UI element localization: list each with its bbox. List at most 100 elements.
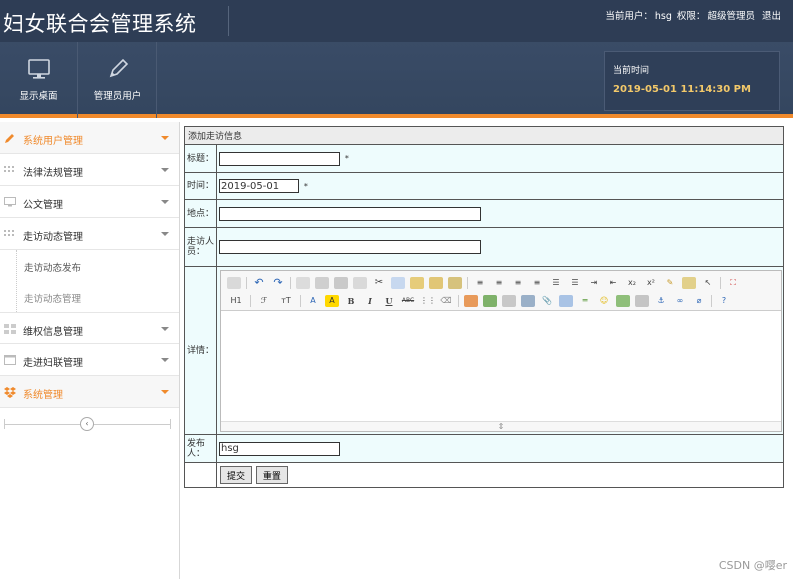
calendar-icon [4, 355, 16, 365]
bold-icon[interactable]: B [344, 295, 358, 307]
divider [711, 294, 712, 307]
fullscreen-icon[interactable]: ⛶ [726, 277, 740, 289]
source-icon[interactable] [227, 276, 241, 289]
image-icon[interactable] [464, 294, 478, 307]
remove-format-icon[interactable]: ⌫ [439, 295, 453, 307]
preview-icon[interactable] [296, 276, 310, 289]
outdent-icon[interactable]: ⇤ [606, 277, 620, 289]
rich-text-editor: ↶ ↷ ✂ ≡ ≡ ≡ ≡ ☰ ☰ ⇥ ⇤ x₂ x² ✎ ↖ ⛶ H1 ℱ т… [220, 269, 782, 432]
nav-admin-user[interactable]: 管理员用户 [79, 42, 157, 118]
help-icon[interactable]: ? [717, 295, 731, 307]
heading-icon[interactable]: H1 [227, 295, 245, 307]
font-size-icon[interactable]: тT [277, 295, 295, 307]
sidebar-item-label: 系统管理 [23, 390, 63, 401]
unordered-list-icon[interactable]: ☰ [568, 277, 582, 289]
current-time-value: 2019-05-01 11:14:30 PM [613, 84, 751, 95]
sidebar-item-visits[interactable]: 走访动态管理 [0, 218, 179, 250]
superscript-icon[interactable]: x² [644, 277, 658, 289]
submenu-item-publish-visit[interactable]: 走访动态发布 [17, 250, 179, 281]
paste-text-icon[interactable] [429, 276, 443, 289]
link-icon[interactable]: ∞ [673, 295, 687, 307]
unlink-icon[interactable]: ⌀ [692, 295, 706, 307]
underline-icon[interactable]: U [382, 295, 396, 307]
multi-image-icon[interactable] [483, 294, 497, 307]
grid-icon [4, 324, 16, 334]
attachment-icon[interactable]: 📎 [540, 295, 554, 307]
submit-button[interactable]: 提交 [220, 466, 253, 484]
highlight-icon[interactable]: A [325, 294, 339, 307]
copy-icon[interactable] [391, 276, 405, 289]
detail-label: 详情： [184, 266, 217, 435]
required-mark: * [344, 154, 349, 163]
print-icon[interactable] [315, 276, 329, 289]
sidebar-item-documents[interactable]: 公文管理 [0, 186, 179, 218]
indent-icon[interactable]: ⇥ [587, 277, 601, 289]
quick-format-icon[interactable] [682, 276, 696, 289]
clear-format-icon[interactable]: ✎ [663, 277, 677, 289]
sidebar-item-label: 系统用户管理 [23, 136, 83, 147]
table-icon[interactable] [559, 294, 573, 307]
editor-resize-handle[interactable]: ⇕ [221, 420, 781, 431]
user-prefix: 当前用户： [605, 11, 653, 22]
divider [467, 276, 468, 289]
paste-icon[interactable] [410, 276, 424, 289]
title-label: 标题： [184, 144, 217, 173]
flash-icon[interactable] [502, 294, 516, 307]
sidebar-item-system-manage[interactable]: 系统管理 [0, 376, 179, 408]
time-input[interactable] [219, 179, 299, 193]
sidebar-item-rights[interactable]: 维权信息管理 [0, 312, 179, 344]
hr-icon[interactable]: ═ [578, 295, 592, 307]
align-center-icon[interactable]: ≡ [492, 277, 506, 289]
reset-button[interactable]: 重置 [255, 466, 288, 484]
paste-word-icon[interactable] [448, 276, 462, 289]
title-input[interactable] [219, 151, 340, 166]
font-family-icon[interactable]: ℱ [256, 295, 272, 307]
justify-icon[interactable]: ≡ [530, 277, 544, 289]
emoticon-icon[interactable]: ☺ [597, 295, 611, 307]
code-icon[interactable] [353, 276, 367, 289]
publisher-input[interactable] [219, 441, 340, 456]
map-icon[interactable] [616, 294, 630, 307]
place-input[interactable] [219, 206, 481, 221]
sidebar-item-laws[interactable]: 法律法规管理 [0, 154, 179, 186]
subscript-icon[interactable]: x₂ [625, 277, 639, 289]
sidebar-item-label: 维权信息管理 [23, 327, 83, 338]
cut-icon[interactable]: ✂ [372, 277, 386, 289]
chevron-down-icon [161, 168, 169, 172]
role-name: 超级管理员 [707, 11, 755, 22]
divider [4, 419, 5, 429]
system-title: 妇女联合会管理系统 [3, 12, 197, 36]
sidebar-item-label: 走访动态管理 [23, 232, 83, 243]
undo-icon[interactable]: ↶ [252, 276, 266, 289]
page-break-icon[interactable] [635, 294, 649, 307]
visitor-input[interactable] [219, 240, 481, 254]
redo-icon[interactable]: ↷ [271, 276, 285, 289]
submenu-item-manage-visit[interactable]: 走访动态管理 [17, 281, 179, 312]
role-prefix: 权限： [676, 11, 706, 22]
select-all-icon[interactable]: ↖ [701, 277, 715, 289]
italic-icon[interactable]: I [363, 295, 377, 307]
align-right-icon[interactable]: ≡ [511, 277, 525, 289]
toolbar-row-2: H1 ℱ тT A A B I U ABC ⋮⋮ ⌫ 📎 ═ ☺ ⚓ ∞ ⌀ ? [227, 293, 736, 309]
toolbar-row-1: ↶ ↷ ✂ ≡ ≡ ≡ ≡ ☰ ☰ ⇥ ⇤ x₂ x² ✎ ↖ ⛶ [227, 275, 745, 291]
template-icon[interactable] [334, 276, 348, 289]
sidebar-item-label: 走进妇联管理 [23, 358, 83, 369]
chevron-down-icon [161, 200, 169, 204]
sidebar-item-system-users[interactable]: 系统用户管理 [0, 122, 179, 154]
logout-link[interactable]: 退出 [762, 11, 781, 22]
sidebar-item-federation[interactable]: 走进妇联管理 [0, 344, 179, 376]
anchor-icon[interactable]: ⚓ [654, 295, 668, 307]
font-color-icon[interactable]: A [306, 295, 320, 307]
line-height-icon[interactable]: ⋮⋮ [420, 295, 436, 307]
align-left-icon[interactable]: ≡ [473, 277, 487, 289]
editor-content-area[interactable] [221, 310, 781, 421]
chevron-left-icon[interactable]: ‹ [80, 417, 94, 431]
form-caption: 添加走访信息 [184, 126, 784, 145]
sidebar-item-label: 公文管理 [23, 200, 63, 211]
divider [290, 276, 291, 289]
strikethrough-icon[interactable]: ABC [401, 295, 415, 307]
ordered-list-icon[interactable]: ☰ [549, 277, 563, 289]
media-icon[interactable] [521, 294, 535, 307]
nav-show-desktop[interactable]: 显示桌面 [0, 42, 78, 118]
time-label: 时间： [184, 172, 217, 200]
